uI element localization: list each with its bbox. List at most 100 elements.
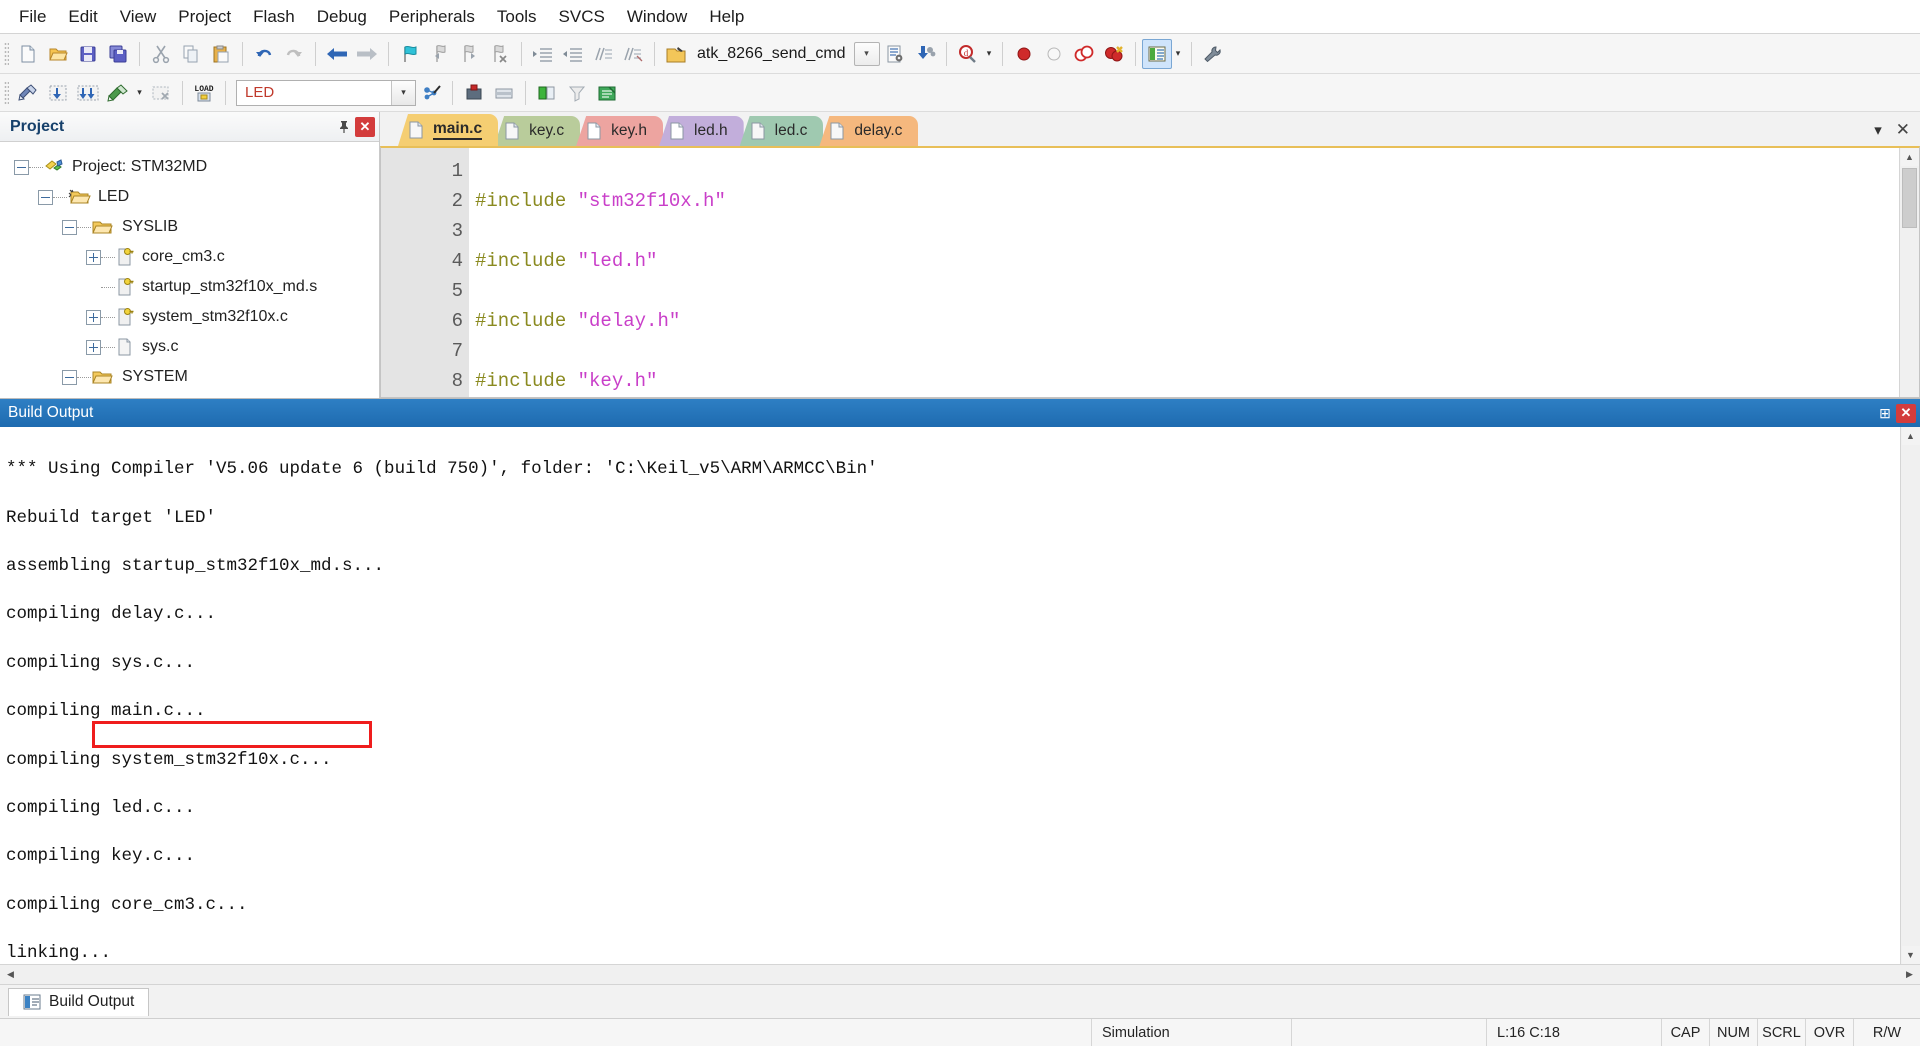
comment-icon[interactable]: [588, 39, 618, 69]
find-icon[interactable]: d: [953, 39, 983, 69]
close-icon[interactable]: ✕: [1896, 120, 1910, 140]
chevron-up-icon[interactable]: ▲: [1902, 427, 1920, 445]
breakpoint-insert-icon[interactable]: [1009, 39, 1039, 69]
cut-icon[interactable]: [146, 39, 176, 69]
expander-minus[interactable]: [14, 160, 29, 175]
close-icon[interactable]: ✕: [1896, 404, 1916, 423]
build-vertical-scrollbar[interactable]: ▲ ▼: [1900, 427, 1920, 964]
breakpoint-disable-icon[interactable]: [1039, 39, 1069, 69]
breakpoint-kill-all-icon[interactable]: [1099, 39, 1129, 69]
code-text[interactable]: #include "stm32f10x.h" #include "led.h" …: [469, 148, 1899, 397]
menu-edit[interactable]: Edit: [57, 4, 108, 30]
filter-icon[interactable]: [562, 78, 592, 108]
copy-icon[interactable]: [176, 39, 206, 69]
configure-icon[interactable]: [880, 39, 910, 69]
new-file-icon[interactable]: [13, 39, 43, 69]
tree-item-target-led[interactable]: LED: [0, 182, 379, 212]
bookmark-prev-icon[interactable]: [425, 39, 455, 69]
load-icon[interactable]: LOAD: [189, 78, 219, 108]
editor-tab-led-h[interactable]: led.h: [659, 116, 744, 146]
tree-item-file-startup[interactable]: startup_stm32f10x_md.s: [0, 272, 379, 302]
target-options-icon[interactable]: [416, 78, 446, 108]
editor-tab-delay-c[interactable]: delay.c: [819, 116, 918, 146]
pin-icon[interactable]: [333, 116, 355, 138]
configure-target-icon[interactable]: [1198, 39, 1228, 69]
build-output-text[interactable]: *** Using Compiler 'V5.06 update 6 (buil…: [0, 427, 1900, 964]
tree-item-file-sys[interactable]: sys.c: [0, 332, 379, 362]
close-icon[interactable]: ✕: [355, 117, 375, 137]
batch-build-icon[interactable]: [103, 78, 133, 108]
build-icon[interactable]: [43, 78, 73, 108]
translate-icon[interactable]: [13, 78, 43, 108]
find-dropdown-icon[interactable]: ▾: [983, 39, 996, 69]
chevron-left-icon[interactable]: ◀: [2, 966, 19, 983]
expander-minus[interactable]: [38, 190, 53, 205]
menu-project[interactable]: Project: [167, 4, 242, 30]
debug-start-icon[interactable]: [459, 78, 489, 108]
menu-tools[interactable]: Tools: [486, 4, 548, 30]
menu-window[interactable]: Window: [616, 4, 698, 30]
undo-icon[interactable]: [249, 39, 279, 69]
target-select[interactable]: LED ▾: [236, 80, 416, 106]
chevron-up-icon[interactable]: ▲: [1901, 148, 1919, 166]
chevron-right-icon[interactable]: ▶: [1901, 966, 1918, 983]
editor-tab-main-c[interactable]: main.c: [398, 114, 498, 146]
chevron-down-icon[interactable]: ▾: [391, 81, 415, 105]
menu-file[interactable]: File: [8, 4, 57, 30]
expander-minus[interactable]: [62, 220, 77, 235]
pack-installer-icon[interactable]: [532, 78, 562, 108]
bookmark-clear-icon[interactable]: [485, 39, 515, 69]
scrollbar-thumb[interactable]: [1902, 168, 1917, 228]
bookmark-next-icon[interactable]: [455, 39, 485, 69]
menu-flash[interactable]: Flash: [242, 4, 306, 30]
pin-icon[interactable]: ⊞: [1874, 405, 1896, 422]
project-window-icon[interactable]: [661, 39, 691, 69]
build-horizontal-scrollbar[interactable]: ◀ ▶: [0, 964, 1920, 984]
navigate-forward-icon[interactable]: [352, 39, 382, 69]
paste-icon[interactable]: [206, 39, 236, 69]
editor-vertical-scrollbar[interactable]: ▲: [1899, 148, 1919, 397]
tree-item-group-syslib[interactable]: SYSLIB: [0, 212, 379, 242]
toolbar-grip[interactable]: [4, 81, 9, 105]
open-file-icon[interactable]: [43, 39, 73, 69]
tree-item-group-system[interactable]: SYSTEM: [0, 362, 379, 392]
outdent-icon[interactable]: [558, 39, 588, 69]
editor-tab-led-c[interactable]: led.c: [740, 116, 824, 146]
expander-minus[interactable]: [62, 370, 77, 385]
breakpoint-disable-all-icon[interactable]: [1069, 39, 1099, 69]
editor-tab-key-c[interactable]: key.c: [494, 116, 580, 146]
stop-build-icon[interactable]: [146, 78, 176, 108]
chevron-down-icon[interactable]: ▾: [1874, 121, 1882, 139]
multi-project-icon[interactable]: [592, 78, 622, 108]
editor-tab-key-h[interactable]: key.h: [576, 116, 663, 146]
expander-plus[interactable]: [86, 340, 101, 355]
chevron-down-icon[interactable]: ▼: [1902, 946, 1920, 964]
menu-help[interactable]: Help: [698, 4, 755, 30]
menu-debug[interactable]: Debug: [306, 4, 378, 30]
menu-view[interactable]: View: [109, 4, 168, 30]
combo-dropdown-icon[interactable]: ▾: [854, 42, 880, 66]
tree-item-file-core-cm3[interactable]: core_cm3.c: [0, 242, 379, 272]
toolbar-grip[interactable]: [4, 42, 9, 66]
indent-icon[interactable]: [528, 39, 558, 69]
manage-window-icon[interactable]: [1142, 39, 1172, 69]
expander-plus[interactable]: [86, 310, 101, 325]
tree-item-file-system-stm32f10x[interactable]: system_stm32f10x.c: [0, 302, 379, 332]
uncomment-icon[interactable]: [618, 39, 648, 69]
save-icon[interactable]: [73, 39, 103, 69]
tree-item-project[interactable]: Project: STM32MD: [0, 152, 379, 182]
rebuild-icon[interactable]: [73, 78, 103, 108]
code-editor[interactable]: 1 2 3 4 5 6 7 8 9 10 #include "stm32f10x…: [380, 146, 1920, 398]
menu-peripherals[interactable]: Peripherals: [378, 4, 486, 30]
save-all-icon[interactable]: [103, 39, 133, 69]
download-icon[interactable]: [910, 39, 940, 69]
manage-window-dropdown-icon[interactable]: ▾: [1172, 39, 1185, 69]
expander-plus[interactable]: [86, 250, 101, 265]
bottom-tab-build-output[interactable]: Build Output: [8, 988, 149, 1016]
navigate-back-icon[interactable]: [322, 39, 352, 69]
redo-icon[interactable]: [279, 39, 309, 69]
bookmark-toggle-icon[interactable]: [395, 39, 425, 69]
manage-components-icon[interactable]: [489, 78, 519, 108]
menu-svcs[interactable]: SVCS: [548, 4, 616, 30]
batch-build-dropdown-icon[interactable]: ▾: [133, 78, 146, 108]
